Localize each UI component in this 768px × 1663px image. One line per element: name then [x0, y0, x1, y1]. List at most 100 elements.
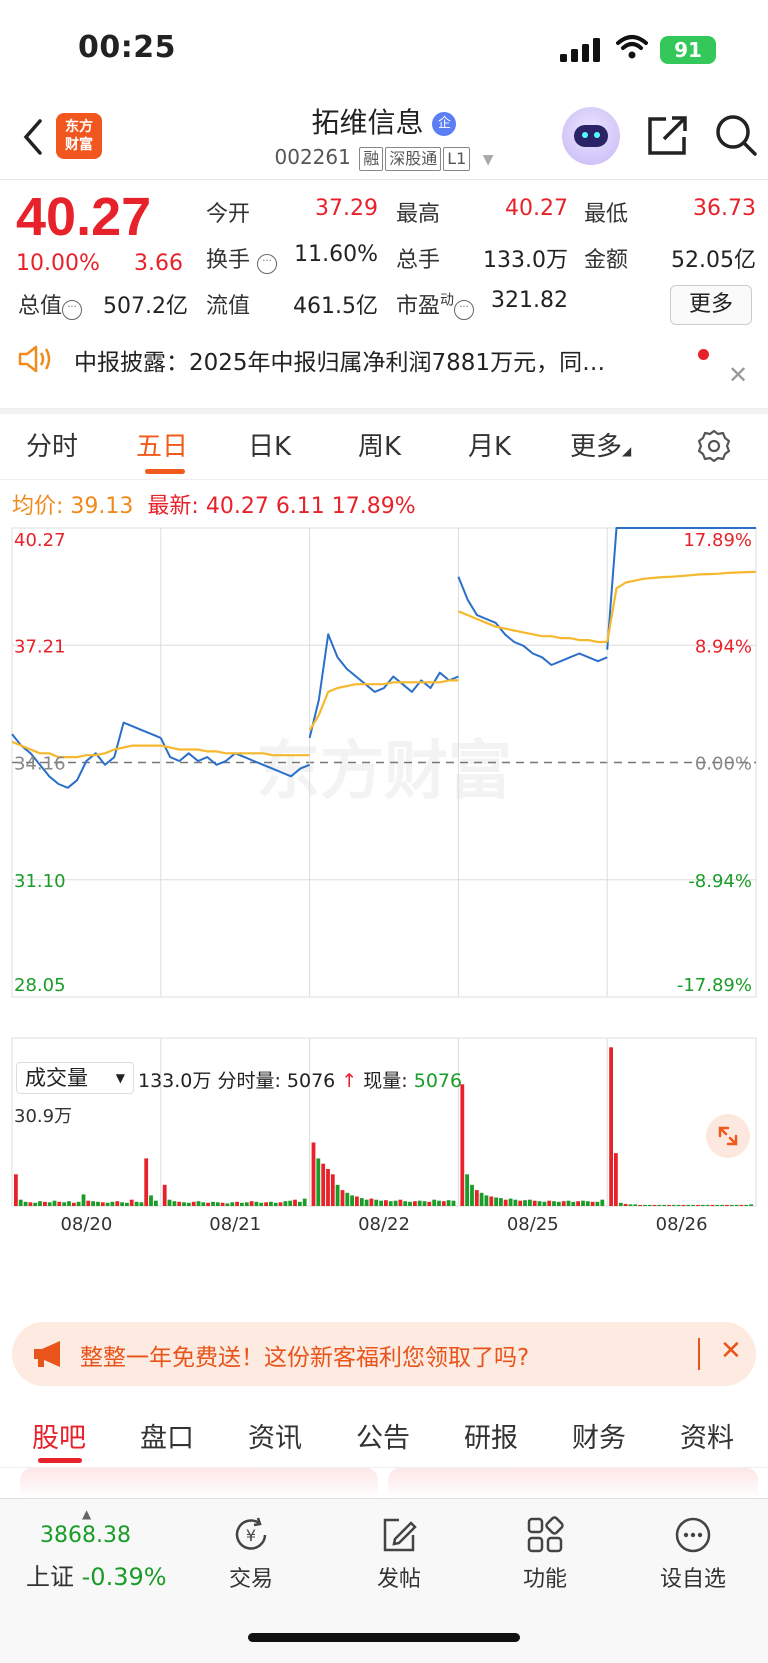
- tab-monthly-k[interactable]: 月K: [468, 426, 511, 463]
- close-icon[interactable]: ✕: [728, 361, 748, 389]
- tab-orderbook[interactable]: 盘口: [140, 1416, 194, 1455]
- last-price: 40.27: [16, 187, 152, 247]
- volume-bar: [413, 1201, 417, 1206]
- volume-bar: [379, 1200, 383, 1206]
- expand-icon[interactable]: [706, 1114, 750, 1158]
- volume-bar: [523, 1200, 527, 1206]
- volume-bar: [186, 1202, 191, 1206]
- tab-news[interactable]: 资讯: [248, 1416, 302, 1455]
- amount-label: 金额: [584, 248, 629, 273]
- quote-panel: 40.27 10.00% 3.66 今开 37.29 最高 40.27 最低 3…: [0, 181, 768, 339]
- promo-text[interactable]: 整整一年免费送！这份新客福利您领取了吗?: [80, 1338, 529, 1372]
- nav-functions[interactable]: 功能: [490, 1515, 600, 1593]
- mktcap-label: 总值 ···: [18, 288, 83, 320]
- volume-bar: [211, 1201, 215, 1206]
- volume-bar: [149, 1195, 153, 1206]
- volume-bar: [623, 1203, 628, 1206]
- news-banner[interactable]: 中报披露：2025年中报归属净利润7881万元，同… ✕: [0, 339, 768, 409]
- volume-bar: [537, 1201, 542, 1206]
- volume-bar: [120, 1202, 124, 1206]
- tab-forum[interactable]: 股吧: [32, 1416, 86, 1455]
- volume-bar: [590, 1201, 595, 1206]
- latest-percent: 17.89%: [331, 494, 416, 519]
- volume-bar: [595, 1201, 600, 1206]
- index-label[interactable]: 上证 -0.39%: [26, 1557, 167, 1592]
- settings-gear-icon[interactable]: [696, 428, 732, 464]
- avg-price-line: [606, 570, 757, 643]
- volume-selector[interactable]: 成交量 ▼: [16, 1062, 134, 1094]
- volume-bar: [437, 1200, 441, 1206]
- volume-bar: [494, 1197, 498, 1206]
- volume-bar: [38, 1201, 42, 1206]
- five-day-chart[interactable]: 东方财富 40.27 17.89% 37.21 8.94% 34.16 0.00% 31.1…: [0, 520, 768, 1290]
- volume-bar: [542, 1201, 547, 1206]
- share-icon[interactable]: [646, 113, 688, 157]
- volume-bar: [561, 1201, 566, 1206]
- volume-bar: [91, 1201, 95, 1206]
- amount-value: 52.05亿: [671, 248, 756, 273]
- volume-bar: [508, 1198, 513, 1206]
- volume-info: 133.0万 分时量: 5076 ↑ 现量: 5076: [138, 1070, 463, 1092]
- tab-research[interactable]: 研报: [464, 1416, 518, 1455]
- more-button[interactable]: 更多: [670, 285, 752, 325]
- volume-bar: [254, 1201, 259, 1206]
- signal-icon: [560, 38, 600, 62]
- mktcap-value: 507.2亿: [103, 294, 188, 319]
- watermark: 东方财富: [256, 735, 512, 809]
- y-tick-right: 8.94%: [695, 636, 752, 657]
- volume-bar: [345, 1192, 350, 1206]
- nav-add-watchlist[interactable]: 设自选: [638, 1515, 748, 1593]
- volume-bar: [662, 1204, 667, 1206]
- status-bar: 00:25 91: [0, 0, 768, 95]
- volume-bar: [230, 1202, 235, 1206]
- assistant-avatar[interactable]: [562, 107, 620, 165]
- tab-five-day[interactable]: 五日: [136, 426, 188, 463]
- tab-more[interactable]: 更多◢: [570, 426, 631, 463]
- tab-weekly-k[interactable]: 周K: [358, 426, 401, 463]
- volume-bar: [671, 1204, 676, 1206]
- close-icon[interactable]: ✕: [720, 1336, 742, 1366]
- y-tick-left: 31.10: [14, 871, 66, 892]
- grid-icon: [527, 1516, 564, 1553]
- volume-value: 133.0万: [483, 248, 568, 273]
- nav-trade[interactable]: ¥ 交易: [196, 1515, 306, 1593]
- avg-value: 39.13: [70, 494, 134, 519]
- y-tick-right: 17.89%: [683, 530, 752, 551]
- tab-profile[interactable]: 资料: [680, 1416, 734, 1455]
- volume-bar: [465, 1174, 469, 1206]
- tab-daily-k[interactable]: 日K: [248, 426, 291, 463]
- low-value: 36.73: [693, 196, 756, 221]
- volume-bar: [739, 1204, 744, 1206]
- index-value[interactable]: 3868.38: [40, 1523, 131, 1548]
- tab-intraday[interactable]: 分时: [26, 426, 78, 463]
- open-label: 今开: [206, 202, 251, 227]
- volume-bar: [100, 1202, 105, 1206]
- volume-bar: [206, 1202, 210, 1206]
- volume-bar: [614, 1153, 618, 1206]
- volume-bar: [460, 1084, 465, 1206]
- y-tick-right: 0.00%: [695, 754, 752, 775]
- volume-bar: [576, 1201, 580, 1206]
- volume-bar: [609, 1047, 613, 1206]
- stock-code: 002261: [274, 145, 351, 169]
- unread-dot: [698, 349, 709, 360]
- volume-bar: [196, 1201, 201, 1206]
- news-text[interactable]: 中报披露：2025年中报归属净利润7881万元，同…: [74, 343, 664, 377]
- tab-financials[interactable]: 财务: [572, 1416, 626, 1455]
- volume-bar: [628, 1204, 633, 1206]
- search-icon[interactable]: [714, 113, 758, 157]
- volume-bar: [359, 1198, 364, 1206]
- volume-bar: [33, 1202, 38, 1206]
- nav-post[interactable]: 发帖: [344, 1515, 454, 1593]
- promo-banner[interactable]: 整整一年免费送！这份新客福利您领取了吗? ✕: [12, 1322, 756, 1386]
- caret-up-icon[interactable]: ▲: [82, 1507, 91, 1521]
- tab-announcements[interactable]: 公告: [356, 1416, 410, 1455]
- volume-bar: [125, 1202, 129, 1206]
- volume-bar: [52, 1200, 57, 1206]
- y-tick-left: 40.27: [14, 530, 66, 551]
- y-tick-right: -17.89%: [677, 975, 752, 996]
- volume-bar: [177, 1201, 182, 1206]
- volume-bar: [215, 1202, 220, 1206]
- volume-bar: [326, 1169, 330, 1206]
- volume-bar: [283, 1201, 288, 1206]
